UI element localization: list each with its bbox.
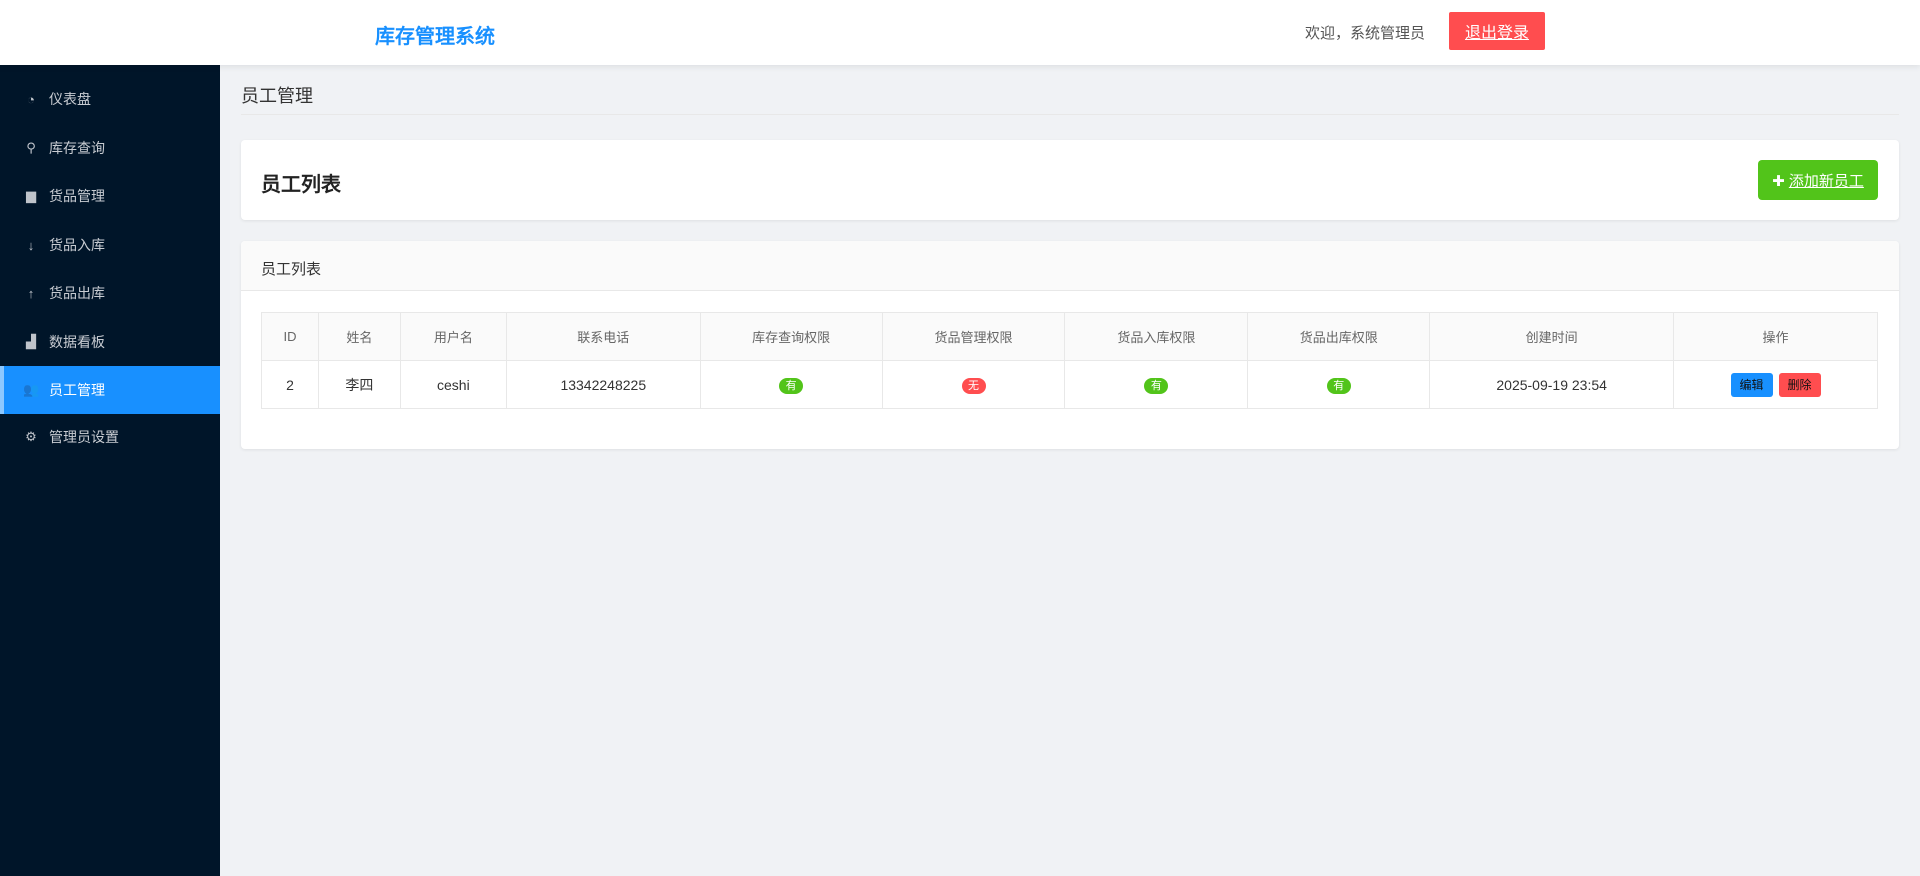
- col-perm-out: 货品出库权限: [1247, 312, 1431, 361]
- col-perm-goods: 货品管理权限: [881, 312, 1066, 361]
- sidebar-item-admin-settings[interactable]: ⚙ 管理员设置: [0, 413, 220, 461]
- sidebar-item-label: 货品管理: [49, 188, 105, 204]
- cell-phone: 13342248225: [505, 360, 701, 409]
- gear-icon: ⚙: [25, 429, 37, 444]
- cell-perm-goods: 无: [881, 360, 1066, 409]
- welcome-text: 欢迎，系统管理员: [1305, 25, 1426, 42]
- cell-id: 2: [261, 360, 319, 409]
- col-created: 创建时间: [1429, 312, 1675, 361]
- permission-badge: 无: [961, 377, 986, 394]
- sidebar-item-label: 货品入库: [49, 237, 105, 253]
- arrow-up-icon: ↑: [27, 285, 35, 301]
- bar-chart-icon: ▟: [26, 334, 36, 349]
- sidebar-item-dashboard[interactable]: ◔ 仪表盘: [0, 75, 220, 123]
- add-staff-button[interactable]: ✚ 添加新员工: [1758, 160, 1878, 200]
- cell-username: ceshi: [399, 360, 507, 409]
- page-title: 员工管理: [241, 86, 313, 106]
- plus-icon: ✚: [1772, 172, 1789, 190]
- sidebar-item-label: 员工管理: [49, 382, 105, 398]
- col-phone: 联系电话: [505, 312, 701, 361]
- sidebar: ◔ 仪表盘 ⚲ 库存查询 ▆ 货品管理 ↓ 货品入库 ↑ 货品出库 ▟ 数据看板 👥 员工管理…: [0, 65, 220, 876]
- sidebar-item-stock-out[interactable]: ↑ 货品出库: [0, 269, 220, 317]
- staff-list-card: 员工列表 ID 姓名 用户名 联系电话 库存查询权限 货品管理权限 货品入库权限…: [241, 241, 1899, 449]
- sidebar-item-stock-in[interactable]: ↓ 货品入库: [0, 221, 220, 269]
- edit-button[interactable]: 编辑: [1730, 372, 1773, 397]
- arrow-down-icon: ↓: [27, 237, 35, 253]
- permission-badge: 有: [779, 377, 804, 394]
- col-id: ID: [261, 312, 319, 361]
- cell-name: 李四: [317, 360, 401, 409]
- table-row: 2 李四 ceshi 13342248225 有 无 有 有 2025-09-1…: [261, 360, 1878, 409]
- permission-badge: 有: [1144, 377, 1169, 394]
- sidebar-item-label: 管理员设置: [49, 429, 119, 445]
- dashboard-icon: ◔: [27, 91, 35, 107]
- sidebar-item-label: 数据看板: [49, 334, 105, 350]
- add-staff-label: 添加新员工: [1788, 172, 1864, 190]
- col-username: 用户名: [399, 312, 507, 361]
- permission-badge: 有: [1326, 377, 1351, 394]
- logout-button[interactable]: 退出登录: [1449, 12, 1545, 50]
- sidebar-item-data-board[interactable]: ▟ 数据看板: [0, 318, 220, 366]
- divider: [241, 114, 1899, 115]
- staff-header-card: 员工列表 ✚ 添加新员工: [241, 140, 1899, 220]
- app-title: 库存管理系统: [375, 26, 495, 48]
- col-actions: 操作: [1673, 312, 1878, 361]
- sidebar-item-staff[interactable]: 👥 员工管理: [0, 366, 220, 414]
- sidebar-item-label: 库存查询: [49, 140, 105, 156]
- col-perm-query: 库存查询权限: [699, 312, 883, 361]
- sidebar-item-inventory-query[interactable]: ⚲ 库存查询: [0, 124, 220, 172]
- sidebar-item-label: 仪表盘: [49, 91, 91, 107]
- box-icon: ▆: [26, 188, 36, 203]
- table-header-row: ID 姓名 用户名 联系电话 库存查询权限 货品管理权限 货品入库权限 货品出库…: [261, 312, 1878, 361]
- cell-created: 2025-09-19 23:54: [1429, 360, 1675, 409]
- users-icon: 👥: [23, 382, 40, 397]
- sidebar-item-label: 货品出库: [49, 285, 105, 301]
- search-icon: ⚲: [26, 140, 36, 155]
- staff-table: ID 姓名 用户名 联系电话 库存查询权限 货品管理权限 货品入库权限 货品出库…: [261, 312, 1878, 409]
- delete-button[interactable]: 删除: [1778, 372, 1821, 397]
- cell-perm-in: 有: [1064, 360, 1249, 409]
- sidebar-item-goods[interactable]: ▆ 货品管理: [0, 172, 220, 220]
- card-title: 员工列表: [261, 174, 341, 196]
- cell-perm-out: 有: [1247, 360, 1431, 409]
- cell-actions: 编辑 删除: [1673, 360, 1878, 409]
- cell-perm-query: 有: [699, 360, 883, 409]
- list-title: 员工列表: [241, 241, 1899, 291]
- col-perm-in: 货品入库权限: [1064, 312, 1249, 361]
- col-name: 姓名: [317, 312, 401, 361]
- top-header: 库存管理系统 欢迎，系统管理员 退出登录: [0, 0, 1920, 65]
